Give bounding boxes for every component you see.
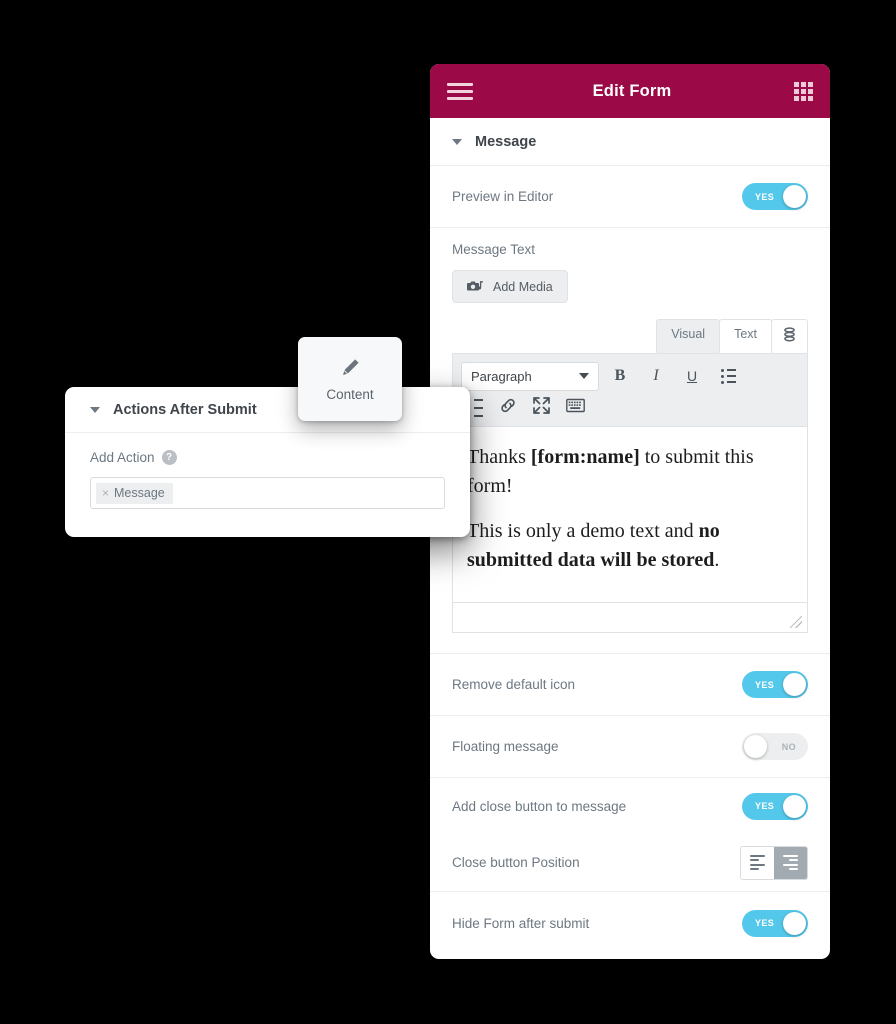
editor-paragraph-1: Thanks [form:name] to submit this form!	[467, 443, 793, 501]
editor-statusbar	[453, 602, 807, 632]
underline-button[interactable]: U	[677, 362, 707, 390]
tab-visual[interactable]: Visual	[656, 319, 721, 353]
panel-header: Edit Form	[430, 64, 830, 118]
italic-button[interactable]: I	[641, 362, 671, 390]
toggle-label: YES	[755, 918, 775, 928]
row-label: Preview in Editor	[452, 189, 554, 204]
section-title: Message	[475, 134, 537, 150]
resize-grip-icon[interactable]	[790, 616, 802, 628]
p1-token: [form:name]	[530, 446, 640, 468]
editor-paragraph-2: This is only a demo text and no submitte…	[467, 517, 793, 575]
screen-root: Edit Form Message Preview in Editor YES …	[0, 0, 896, 1024]
toggle-knob	[783, 185, 806, 208]
row-floating-message: Floating message NO	[430, 716, 830, 778]
toggle-add-close-button[interactable]: YES	[742, 792, 808, 820]
toolbar-row-1: Paragraph B I U	[461, 361, 799, 391]
content-tab-label: Content	[326, 386, 374, 402]
p2-text-a: This is only a demo text and	[467, 520, 699, 542]
database-icon[interactable]	[771, 319, 808, 353]
add-media-label: Add Media	[493, 279, 553, 294]
add-action-input[interactable]: × Message	[90, 477, 445, 509]
editor-toolbar: Paragraph B I U 123	[453, 354, 807, 427]
hamburger-icon[interactable]	[447, 82, 473, 100]
pencil-icon	[339, 357, 361, 379]
toggle-knob	[783, 673, 806, 696]
toggle-hide-form-after-submit[interactable]: YES	[742, 909, 808, 937]
toggle-knob	[783, 911, 806, 935]
actions-after-submit-header[interactable]: Actions After Submit	[65, 387, 470, 433]
toggle-label: NO	[781, 741, 796, 752]
toggle-preview-in-editor[interactable]: YES	[742, 183, 808, 210]
align-left-icon	[750, 854, 765, 871]
grid-apps-icon[interactable]	[791, 81, 813, 101]
actions-after-submit-body: Add Action ? × Message	[65, 433, 470, 509]
row-label: Hide Form after submit	[452, 915, 590, 931]
remove-token-icon[interactable]: ×	[102, 486, 109, 500]
add-media-button[interactable]: Add Media	[452, 270, 568, 303]
token-label: Message	[114, 485, 165, 500]
edit-form-panel: Edit Form Message Preview in Editor YES …	[430, 64, 830, 959]
close-button-position-group	[740, 845, 808, 880]
add-action-label: Add Action	[90, 450, 155, 465]
format-select[interactable]: Paragraph	[461, 361, 599, 391]
row-label: Close button Position	[452, 855, 580, 870]
row-close-button-position: Close button Position	[430, 834, 830, 892]
camera-music-icon	[467, 279, 484, 294]
chevron-down-icon	[90, 407, 100, 413]
add-action-label-wrap: Add Action ?	[90, 450, 445, 465]
align-right-icon	[783, 854, 798, 871]
chevron-down-icon	[452, 139, 462, 145]
message-text-label: Message Text	[452, 242, 536, 257]
chevron-down-icon	[579, 373, 589, 379]
toggle-knob	[783, 794, 806, 818]
align-left-button[interactable]	[741, 846, 774, 879]
row-add-close-button: Add close button to message YES	[430, 778, 830, 834]
row-label: Remove default icon	[452, 677, 576, 692]
p2-text-c: .	[714, 549, 720, 571]
rich-text-editor: Paragraph B I U 123	[452, 353, 808, 633]
bold-button[interactable]: B	[605, 362, 635, 390]
toolbar-row-2: 123	[461, 391, 799, 421]
row-preview-in-editor: Preview in Editor YES	[430, 166, 830, 228]
toggle-knob	[744, 735, 767, 758]
keyboard-icon[interactable]	[566, 398, 585, 418]
link-icon[interactable]	[499, 397, 517, 419]
section-header-message[interactable]: Message	[430, 118, 830, 166]
format-select-value: Paragraph	[471, 368, 532, 384]
toggle-floating-message[interactable]: NO	[742, 733, 808, 760]
toggle-label: YES	[755, 191, 775, 202]
toggle-remove-default-icon[interactable]: YES	[742, 671, 808, 698]
tab-text[interactable]: Text	[719, 319, 772, 353]
fullscreen-icon[interactable]	[533, 397, 550, 419]
align-right-button[interactable]	[774, 846, 807, 879]
actions-after-submit-panel: Actions After Submit Add Action ? × Mess…	[65, 387, 470, 537]
message-text-block: Message Text Add Media Visual Text Parag…	[430, 228, 830, 654]
toggle-label: YES	[755, 679, 775, 690]
row-remove-default-icon: Remove default icon YES	[430, 654, 830, 716]
toggle-label: YES	[755, 801, 775, 811]
action-token-message[interactable]: × Message	[96, 482, 173, 504]
actions-after-submit-title: Actions After Submit	[113, 402, 257, 418]
content-tab-card[interactable]: Content	[298, 337, 402, 421]
editor-tabs: Visual Text	[452, 319, 808, 353]
editor-content[interactable]: Thanks [form:name] to submit this form! …	[453, 427, 807, 602]
help-circle-icon[interactable]: ?	[161, 450, 177, 465]
p1-text-a: Thanks	[467, 446, 531, 468]
row-label: Add close button to message	[452, 798, 627, 814]
page-title: Edit Form	[592, 81, 672, 100]
unordered-list-icon[interactable]	[713, 362, 743, 390]
row-label: Floating message	[452, 739, 559, 754]
row-hide-form-after-submit: Hide Form after submit YES	[430, 892, 830, 954]
